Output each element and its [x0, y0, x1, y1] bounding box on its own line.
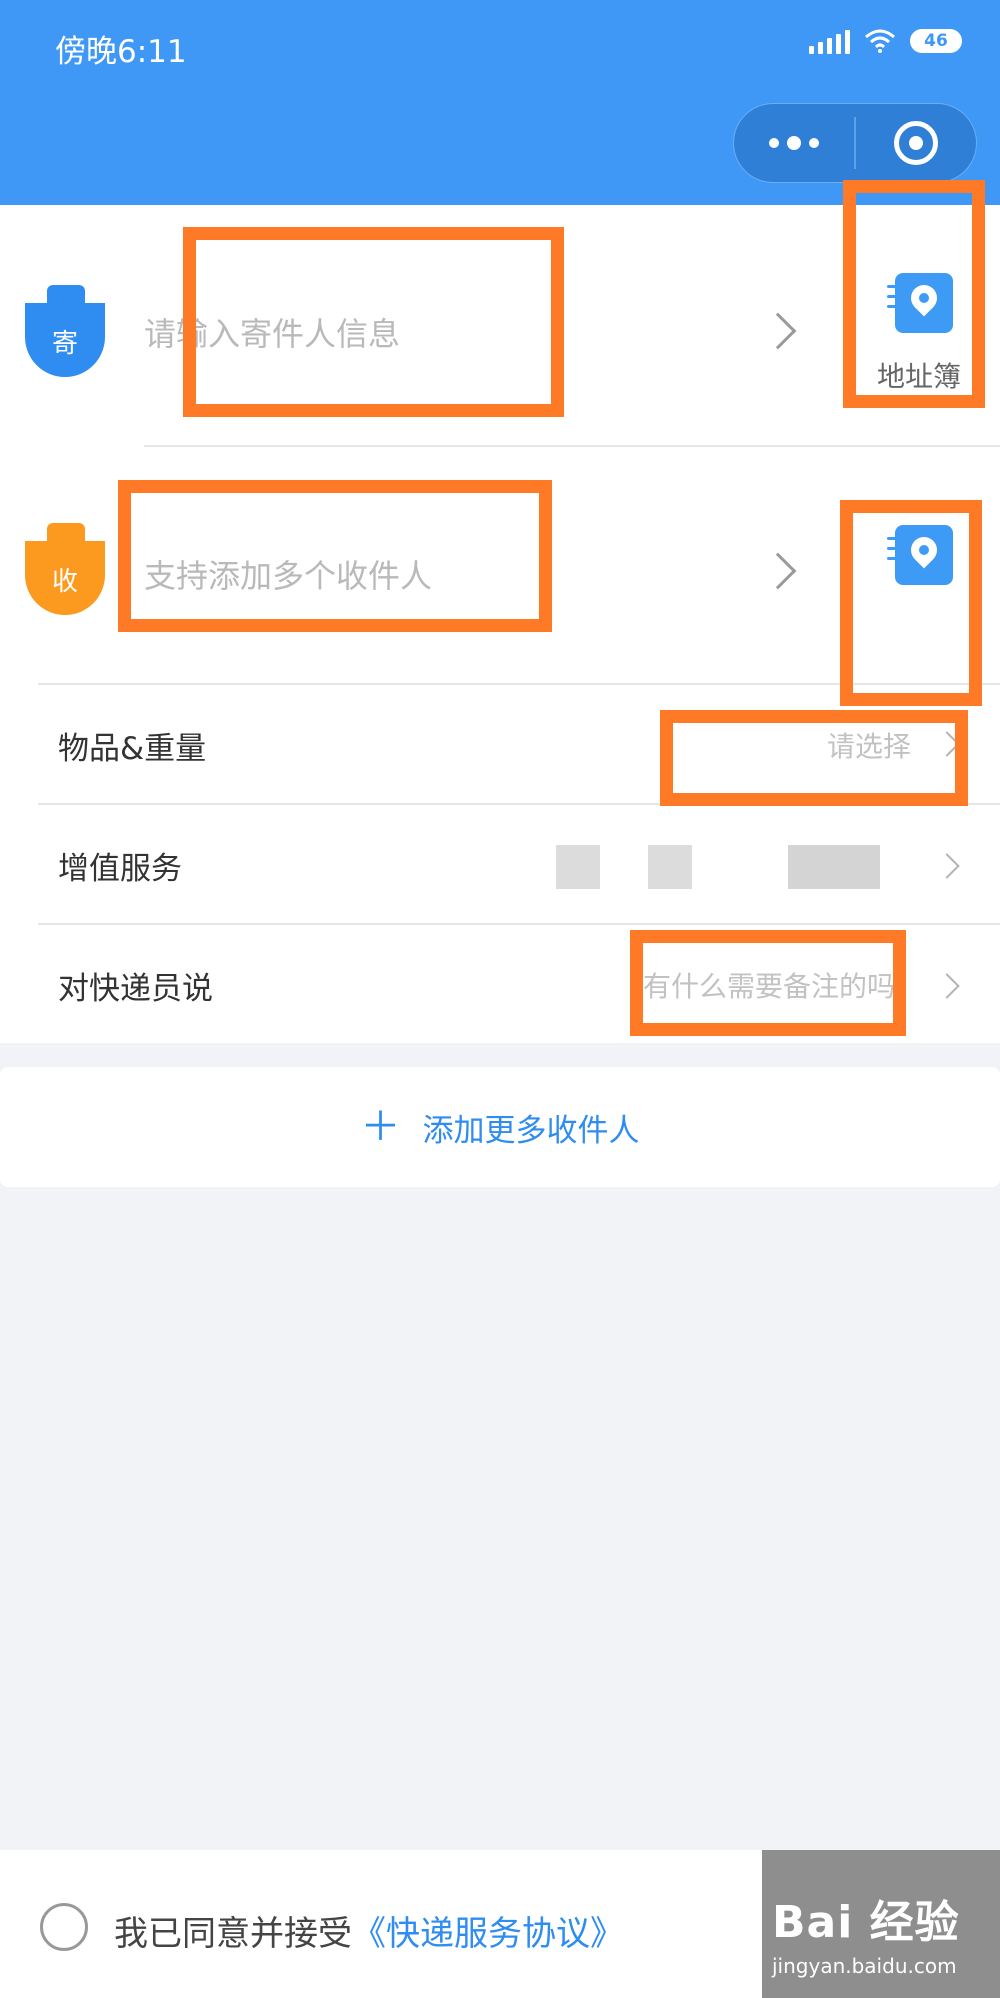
- agreement-link[interactable]: 《快递服务协议》: [352, 1914, 624, 1954]
- annotation-box: [183, 227, 564, 417]
- header-bar: 傍晚6:11 46: [0, 0, 1000, 205]
- watermark-url: jingyan.baidu.com: [772, 1954, 957, 1978]
- annotation-box: [118, 480, 552, 632]
- courier-note-label: 对快递员说: [58, 971, 213, 1007]
- add-more-receivers-button[interactable]: ＋ 添加更多收件人: [0, 1067, 1000, 1187]
- baidu-jingyan-watermark: Bai 经验 jingyan.baidu.com: [762, 1850, 1000, 1998]
- agreement-text: 我已同意并接受《快递服务协议》: [114, 1906, 624, 1955]
- blurred-content: [556, 845, 600, 889]
- battery-indicator: 46: [910, 29, 962, 53]
- more-dots-icon[interactable]: [734, 104, 854, 182]
- watermark-logo: Bai 经验: [772, 1897, 960, 1948]
- value-added-service-label: 增值服务: [58, 851, 182, 887]
- blurred-content: [648, 845, 692, 889]
- value-added-service-row[interactable]: 增值服务: [38, 805, 1000, 923]
- chevron-right-icon: [759, 552, 797, 590]
- chevron-right-icon: [934, 853, 960, 879]
- chevron-right-icon: [934, 973, 960, 999]
- add-more-receivers-label: 添加更多收件人: [422, 1112, 640, 1149]
- agree-label: 我已同意并接受: [114, 1914, 352, 1954]
- signal-icon: [809, 28, 850, 54]
- wifi-icon: [865, 29, 895, 53]
- agree-radio[interactable]: [40, 1903, 88, 1951]
- annotation-box: [660, 710, 968, 806]
- mini-program-capsule: [733, 103, 977, 183]
- annotation-box: [840, 500, 982, 706]
- annotation-box: [630, 930, 906, 1036]
- annotation-box: [843, 180, 985, 408]
- blurred-content: [788, 845, 880, 889]
- status-time: 傍晚6:11: [55, 34, 187, 70]
- receiver-badge: 收: [25, 523, 105, 615]
- item-weight-label: 物品&重量: [58, 731, 207, 767]
- target-icon[interactable]: [856, 104, 976, 182]
- plus-icon: ＋: [360, 1104, 401, 1150]
- chevron-right-icon: [759, 312, 797, 350]
- sender-badge: 寄: [25, 285, 105, 377]
- status-icons: 46: [809, 28, 962, 54]
